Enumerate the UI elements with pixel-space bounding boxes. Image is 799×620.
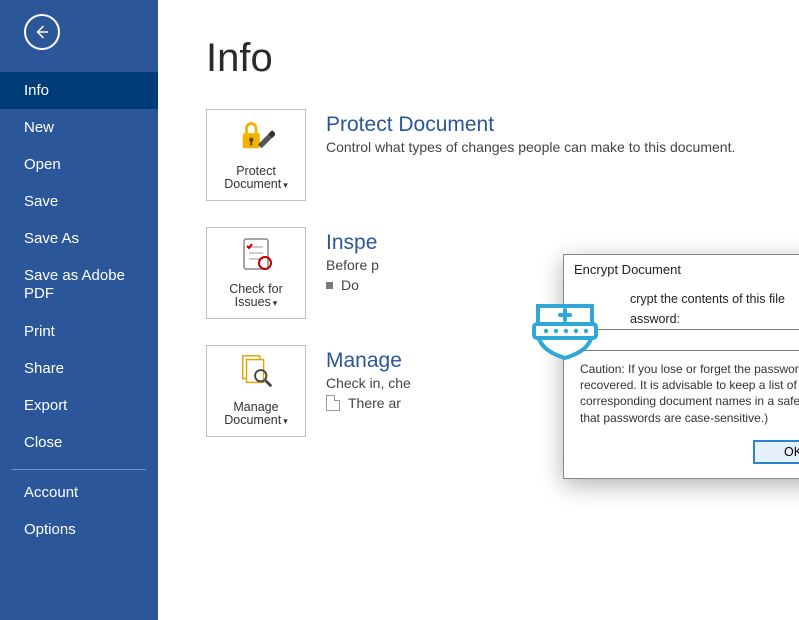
dialog-title: Encrypt Document — [574, 262, 799, 277]
documents-magnifier-icon — [237, 352, 275, 390]
dialog-password-input[interactable] — [580, 329, 799, 351]
tile-check-for-issues[interactable]: Check for Issues▾ — [206, 227, 306, 319]
sidebar-item-save[interactable]: Save — [0, 183, 158, 220]
sidebar-separator — [12, 469, 146, 470]
sidebar-item-save-as[interactable]: Save As — [0, 220, 158, 257]
dialog-ok-button[interactable]: OK — [753, 440, 799, 464]
caret-down-icon: ▾ — [271, 298, 278, 308]
tile-protect-document[interactable]: Protect Document▾ — [206, 109, 306, 201]
sidebar-item-open[interactable]: Open — [0, 146, 158, 183]
dialog-body: crypt the contents of this file assword:… — [564, 284, 799, 478]
dialog-encrypt-document: Encrypt Document ? ✕ crypt the contents … — [563, 254, 799, 479]
sub-bullet-inspect: Do — [326, 277, 379, 293]
sidebar-item-save-as-adobe-pdf[interactable]: Save as Adobe PDF — [0, 257, 158, 313]
caret-down-icon: ▾ — [281, 180, 288, 190]
tile-protect-label: Protect Document▾ — [224, 165, 288, 193]
doc-icon — [326, 395, 340, 411]
section-protect: Protect Document▾ Protect Document Contr… — [206, 109, 779, 201]
lock-key-icon — [237, 116, 275, 154]
dialog-password-label: assword: — [630, 312, 799, 326]
sub-manage: Check in, che — [326, 375, 411, 391]
tile-manage-label: Manage Document▾ — [224, 401, 288, 429]
sidebar-item-share[interactable]: Share — [0, 350, 158, 387]
sub-inspect: Before p — [326, 257, 379, 273]
sub-bullet-manage: There ar — [326, 395, 411, 411]
sidebar-item-export[interactable]: Export — [0, 387, 158, 424]
heading-manage: Manage — [326, 349, 411, 373]
caret-down-icon: ▾ — [281, 416, 288, 426]
tile-inspect-label: Check for Issues▾ — [229, 283, 283, 311]
sidebar: Info New Open Save Save As Save as Adobe… — [0, 0, 158, 620]
sidebar-item-account[interactable]: Account — [0, 474, 158, 511]
heading-inspect: Inspe — [326, 231, 379, 255]
sidebar-item-print[interactable]: Print — [0, 313, 158, 350]
sidebar-item-new[interactable]: New — [0, 109, 158, 146]
bullet-icon — [326, 282, 333, 289]
heading-protect: Protect Document — [326, 113, 735, 137]
page-title: Info — [206, 36, 779, 81]
checklist-icon — [239, 235, 273, 271]
desc-protect: Control what types of changes people can… — [326, 139, 735, 155]
main-panel: Info Protect Document▾ Protect Document … — [158, 0, 799, 620]
sidebar-item-info[interactable]: Info — [0, 72, 158, 109]
back-arrow-icon — [33, 23, 51, 41]
back-button[interactable] — [24, 14, 60, 50]
dialog-text-1: crypt the contents of this file — [630, 292, 799, 306]
tile-manage-document[interactable]: Manage Document▾ — [206, 345, 306, 437]
dialog-caution-text: Caution: If you lose or forget the passw… — [580, 361, 799, 426]
sidebar-item-close[interactable]: Close — [0, 424, 158, 461]
dialog-titlebar: Encrypt Document ? ✕ — [564, 255, 799, 284]
sidebar-item-options[interactable]: Options — [0, 511, 158, 548]
encrypt-shield-icon — [532, 302, 598, 360]
